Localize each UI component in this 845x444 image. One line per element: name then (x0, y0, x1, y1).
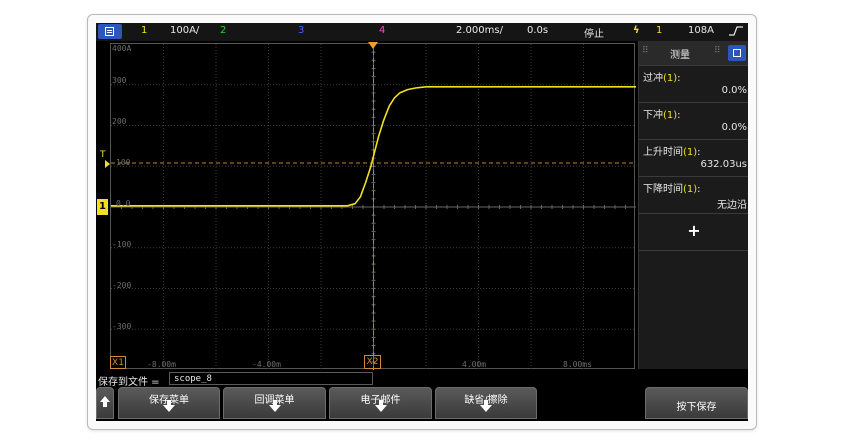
press-save-softkey[interactable]: 按下保存 (645, 387, 748, 419)
measurement-value: 无边沿 (717, 200, 747, 211)
add-measurement-button[interactable]: + (639, 214, 748, 251)
y-tick-label: 0.0 (116, 199, 131, 208)
back-up-button[interactable] (96, 387, 114, 419)
measurement-value: 0.0% (721, 85, 747, 96)
ch2-number[interactable]: 2 (220, 25, 226, 36)
time-delay[interactable]: 0.0s (527, 25, 548, 36)
measurement-row-rise-time[interactable]: 上升时间(1): 632.03us (639, 140, 748, 177)
y-tick-label: 400A (112, 44, 132, 53)
down-arrow-icon (268, 400, 281, 412)
ch3-number[interactable]: 3 (298, 25, 304, 36)
measurement-name: 过冲(1): (643, 73, 681, 84)
y-tick-label: 300 (112, 76, 127, 85)
x-tick-label: -8.00m (147, 360, 176, 369)
save-file-label: 保存到文件 = (98, 377, 160, 388)
save-file-line: 保存到文件 = scope_8 (96, 372, 748, 388)
trigger-edge-icon (728, 24, 744, 41)
down-arrow-icon (480, 400, 492, 412)
waveform-plot (111, 44, 636, 370)
measurement-name: 下降时间(1): (643, 184, 701, 195)
trigger-source[interactable]: 1 (656, 25, 662, 36)
ch1-ground-marker[interactable]: 1 (97, 199, 108, 215)
measurement-row-preshoot[interactable]: 下冲(1): 0.0% (639, 103, 748, 140)
drag-handle-icon[interactable]: ⠿ (714, 46, 721, 56)
recall-menu-softkey[interactable]: 回调菜单 (223, 387, 326, 419)
trigger-level[interactable]: 108A (688, 25, 714, 36)
status-bar: 1 100A/ 2 3 4 2.000ms/ 0.0s 停止 ϟ 1 108A (96, 23, 748, 41)
x-tick-label: -4.00m (252, 360, 281, 369)
y-tick-label: -100 (112, 240, 132, 249)
y-tick-label: 100 (116, 158, 131, 167)
measurement-panel-title: 测量 (670, 50, 690, 61)
measurement-row-fall-time[interactable]: 下降时间(1): 无边沿 (639, 177, 748, 214)
timebase-scale[interactable]: 2.000ms/ (456, 25, 503, 36)
measurement-value: 0.0% (721, 122, 747, 133)
trigger-icon: ϟ (633, 25, 640, 36)
ch1-number[interactable]: 1 (141, 25, 147, 36)
x-tick-label: 4.00m (462, 360, 487, 369)
panel-menu-icon[interactable] (728, 45, 746, 61)
save-menu-softkey[interactable]: 保存菜单 (118, 387, 220, 419)
oscilloscope-screen: 1 100A/ 2 3 4 2.000ms/ 0.0s 停止 ϟ 1 108A … (96, 23, 748, 421)
measurement-panel: ⠿ 测量 ⠿ 过冲(1): 0.0% 下冲(1): 0.0% 上升时间(1): … (638, 41, 748, 369)
softkey-bar: 保存菜单 回调菜单 电子邮件 缺省/擦除 按下保存 (96, 387, 748, 421)
down-arrow-icon (374, 400, 387, 412)
default-erase-softkey[interactable]: 缺省/擦除 (435, 387, 537, 419)
measurement-name: 上升时间(1): (643, 147, 701, 158)
run-state[interactable]: 停止 (584, 25, 604, 40)
measurement-value: 632.03us (700, 159, 747, 170)
x-tick-label: 8.00ms (563, 360, 592, 369)
softkey-label: 按下保存 (676, 402, 717, 413)
x2-cursor-marker[interactable]: X2 (364, 355, 381, 369)
x1-cursor-marker[interactable]: X1 (110, 356, 126, 369)
ch4-number[interactable]: 4 (379, 25, 385, 36)
y-tick-label: -300 (112, 322, 132, 331)
drag-handle-icon[interactable]: ⠿ (642, 46, 649, 56)
email-softkey[interactable]: 电子邮件 (329, 387, 432, 419)
measurement-name: 下冲(1): (643, 110, 681, 121)
trigger-position-icon[interactable] (368, 42, 378, 49)
main-menu-icon[interactable] (98, 24, 122, 39)
y-tick-label: -200 (112, 281, 132, 290)
measurement-row-overshoot[interactable]: 过冲(1): 0.0% (639, 66, 748, 103)
y-tick-label: 200 (112, 117, 127, 126)
waveform-graticule[interactable]: 400A 300 200 100 0.0 -100 -200 -300 -8.0… (110, 43, 636, 370)
save-file-name-input[interactable]: scope_8 (169, 372, 373, 385)
measurement-panel-header: ⠿ 测量 ⠿ (639, 41, 748, 66)
down-arrow-icon (163, 400, 175, 412)
trigger-level-marker[interactable]: T (100, 150, 106, 160)
ch1-scale[interactable]: 100A/ (170, 25, 199, 36)
trigger-level-arrow-icon (105, 160, 110, 168)
